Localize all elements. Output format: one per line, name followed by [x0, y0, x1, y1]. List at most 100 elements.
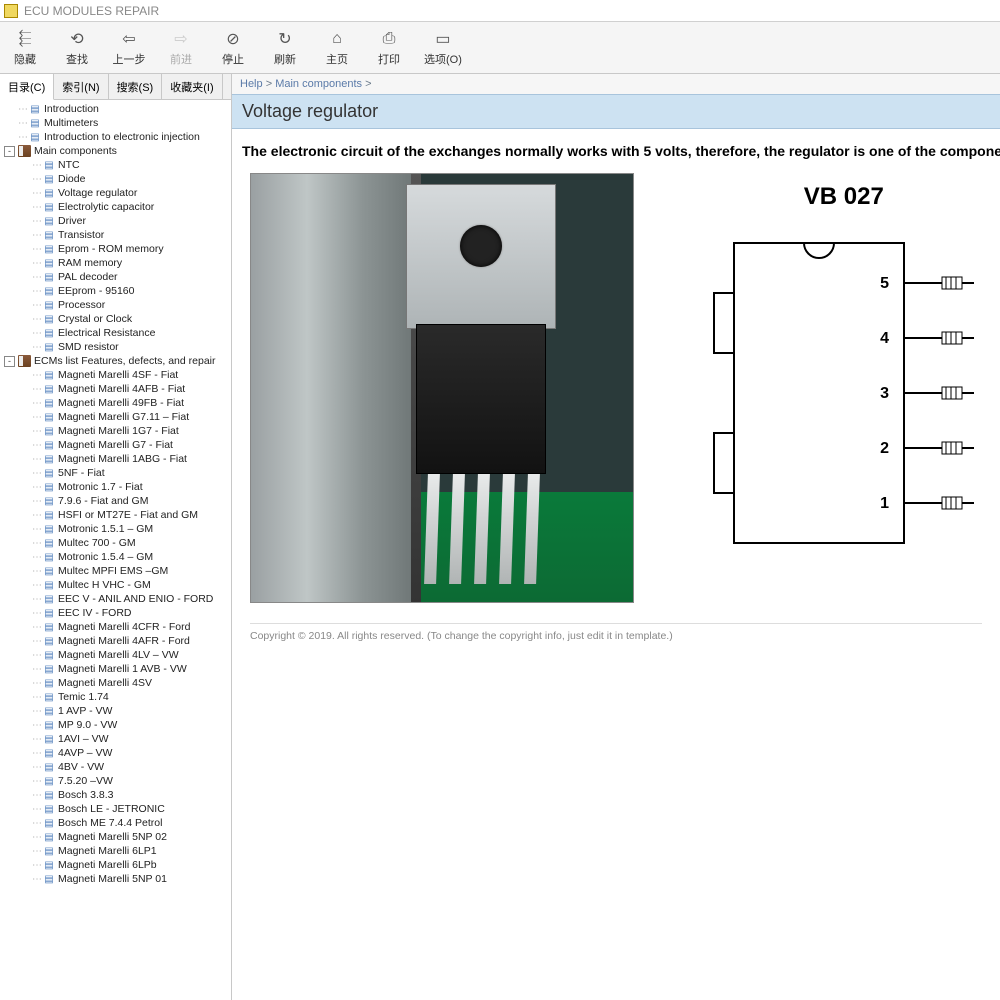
page-icon: ▤: [43, 411, 55, 423]
tree-item[interactable]: ⋯▤Diode: [0, 172, 231, 186]
contents-tree[interactable]: ⋯▤Introduction⋯▤Multimeters⋯▤Introductio…: [0, 100, 231, 1000]
page-icon: ▤: [43, 159, 55, 171]
tree-item[interactable]: ⋯▤Bosch ME 7.4.4 Petrol: [0, 816, 231, 830]
breadcrumb-root[interactable]: Help: [240, 78, 263, 90]
page-icon: ▤: [43, 803, 55, 815]
toolbar-hide-button[interactable]: ⬱隐藏: [8, 29, 42, 67]
tree-item[interactable]: ⋯▤Motronic 1.7 - Fiat: [0, 480, 231, 494]
tree-label: Bosch ME 7.4.4 Petrol: [58, 817, 162, 829]
tree-item[interactable]: ⋯▤5NF - Fiat: [0, 466, 231, 480]
page-icon: ▤: [43, 635, 55, 647]
tree-item[interactable]: ⋯▤RAM memory: [0, 256, 231, 270]
tree-item[interactable]: ⋯▤7.5.20 –VW: [0, 774, 231, 788]
tree-item[interactable]: ⋯▤NTC: [0, 158, 231, 172]
tree-label: Bosch 3.8.3: [58, 789, 113, 801]
page-icon: ▤: [43, 453, 55, 465]
tree-label: 5NF - Fiat: [58, 467, 105, 479]
tree-item[interactable]: ⋯▤Magneti Marelli 1 AVB - VW: [0, 662, 231, 676]
tree-label: Magneti Marelli 6LP1: [58, 845, 157, 857]
tree-item[interactable]: ⋯▤Magneti Marelli 4AFB - Fiat: [0, 382, 231, 396]
tree-item[interactable]: ⋯▤Voltage regulator: [0, 186, 231, 200]
tree-item[interactable]: ⋯▤Magneti Marelli 6LPb: [0, 858, 231, 872]
tree-item[interactable]: ⋯▤Temic 1.74: [0, 690, 231, 704]
tree-item[interactable]: ⋯▤Magneti Marelli 4SF - Fiat: [0, 368, 231, 382]
tree-item[interactable]: ⋯▤MP 9.0 - VW: [0, 718, 231, 732]
tree-item[interactable]: ⋯▤HSFI or MT27E - Fiat and GM: [0, 508, 231, 522]
tree-item[interactable]: ⋯▤Eprom - ROM memory: [0, 242, 231, 256]
tree-item[interactable]: ⋯▤Multec MPFI EMS –GM: [0, 564, 231, 578]
page-icon: ▤: [43, 873, 55, 885]
tree-item[interactable]: ⋯▤Motronic 1.5.1 – GM: [0, 522, 231, 536]
tree-label: Magneti Marelli 4SF - Fiat: [58, 369, 178, 381]
tree-label: Magneti Marelli 4CFR - Ford: [58, 621, 190, 633]
tree-item[interactable]: ⋯▤1 AVP - VW: [0, 704, 231, 718]
tree-item[interactable]: ⋯▤EEprom - 95160: [0, 284, 231, 298]
tree-item[interactable]: ⋯▤Magneti Marelli 5NP 01: [0, 872, 231, 886]
toolbar-back-button[interactable]: ⇦上一步: [112, 29, 146, 67]
tree-item[interactable]: ⋯▤Transistor: [0, 228, 231, 242]
tree-item[interactable]: ⋯▤Introduction: [0, 102, 231, 116]
page-icon: ▤: [43, 467, 55, 479]
tree-label: Multec H VHC - GM: [58, 579, 151, 591]
tree-item[interactable]: ⋯▤Bosch 3.8.3: [0, 788, 231, 802]
page-icon: ▤: [43, 551, 55, 563]
tree-item[interactable]: ⋯▤Electrolytic capacitor: [0, 200, 231, 214]
tab-search[interactable]: 搜索(S): [109, 74, 163, 99]
tree-label: SMD resistor: [58, 341, 119, 353]
tree-label: 4BV - VW: [58, 761, 104, 773]
toolbar-refresh-button[interactable]: ↻刷新: [268, 29, 302, 67]
tree-folder[interactable]: -ECMs list Features, defects, and repair: [0, 354, 231, 368]
toolbar-stop-button[interactable]: ⊘停止: [216, 29, 250, 67]
tree-item[interactable]: ⋯▤Electrical Resistance: [0, 326, 231, 340]
tree-item[interactable]: ⋯▤Driver: [0, 214, 231, 228]
tree-folder[interactable]: -Main components: [0, 144, 231, 158]
pin-label: 3: [880, 385, 889, 402]
tree-item[interactable]: ⋯▤Magneti Marelli 1G7 - Fiat: [0, 424, 231, 438]
tree-item[interactable]: ⋯▤Processor: [0, 298, 231, 312]
page-icon: ▤: [43, 523, 55, 535]
tree-item[interactable]: ⋯▤Magneti Marelli 4LV – VW: [0, 648, 231, 662]
tree-item[interactable]: ⋯▤4BV - VW: [0, 760, 231, 774]
tree-item[interactable]: ⋯▤Introduction to electronic injection: [0, 130, 231, 144]
tab-index[interactable]: 索引(N): [54, 74, 108, 99]
tree-item[interactable]: ⋯▤Magneti Marelli G7.11 – Fiat: [0, 410, 231, 424]
tree-item[interactable]: ⋯▤Multec H VHC - GM: [0, 578, 231, 592]
tree-item[interactable]: ⋯▤Magneti Marelli 49FB - Fiat: [0, 396, 231, 410]
tree-item[interactable]: ⋯▤Multimeters: [0, 116, 231, 130]
toolbar-find-button[interactable]: ⟲查找: [60, 29, 94, 67]
tree-item[interactable]: ⋯▤Bosch LE - JETRONIC: [0, 802, 231, 816]
expand-icon[interactable]: -: [4, 356, 15, 367]
tree-item[interactable]: ⋯▤Magneti Marelli 4SV: [0, 676, 231, 690]
tree-item[interactable]: ⋯▤7.9.6 - Fiat and GM: [0, 494, 231, 508]
tree-item[interactable]: ⋯▤Magneti Marelli 4AFR - Ford: [0, 634, 231, 648]
tree-label: EEprom - 95160: [58, 285, 134, 297]
tree-item[interactable]: ⋯▤Motronic 1.5.4 – GM: [0, 550, 231, 564]
page-icon: ▤: [43, 775, 55, 787]
tree-item[interactable]: ⋯▤Magneti Marelli 6LP1: [0, 844, 231, 858]
tree-item[interactable]: ⋯▤4AVP – VW: [0, 746, 231, 760]
tree-item[interactable]: ⋯▤Magneti Marelli 4CFR - Ford: [0, 620, 231, 634]
tree-item[interactable]: ⋯▤EEC IV - FORD: [0, 606, 231, 620]
page-icon: ▤: [43, 327, 55, 339]
expand-icon[interactable]: -: [4, 146, 15, 157]
toolbar-print-button[interactable]: ⎙打印: [372, 29, 406, 67]
tree-item[interactable]: ⋯▤PAL decoder: [0, 270, 231, 284]
tab-contents[interactable]: 目录(C): [0, 74, 54, 100]
tree-item[interactable]: ⋯▤Crystal or Clock: [0, 312, 231, 326]
tree-item[interactable]: ⋯▤Magneti Marelli 5NP 02: [0, 830, 231, 844]
tab-favorites[interactable]: 收藏夹(I): [162, 74, 222, 99]
page-icon: ▤: [43, 593, 55, 605]
tree-item[interactable]: ⋯▤Multec 700 - GM: [0, 536, 231, 550]
tree-label: Motronic 1.5.4 – GM: [58, 551, 153, 563]
tree-item[interactable]: ⋯▤Magneti Marelli G7 - Fiat: [0, 438, 231, 452]
breadcrumb-section[interactable]: Main components: [275, 78, 362, 90]
tree-item[interactable]: ⋯▤Magneti Marelli 1ABG - Fiat: [0, 452, 231, 466]
page-icon: ▤: [43, 243, 55, 255]
toolbar-options-button[interactable]: ▭选项(O): [424, 29, 462, 67]
tree-item[interactable]: ⋯▤1AVI – VW: [0, 732, 231, 746]
toolbar-home-button[interactable]: ⌂主页: [320, 29, 354, 67]
tree-item[interactable]: ⋯▤SMD resistor: [0, 340, 231, 354]
find-icon: ⟲: [67, 29, 87, 49]
component-photo: [250, 173, 634, 603]
tree-item[interactable]: ⋯▤EEC V - ANIL AND ENIO - FORD: [0, 592, 231, 606]
